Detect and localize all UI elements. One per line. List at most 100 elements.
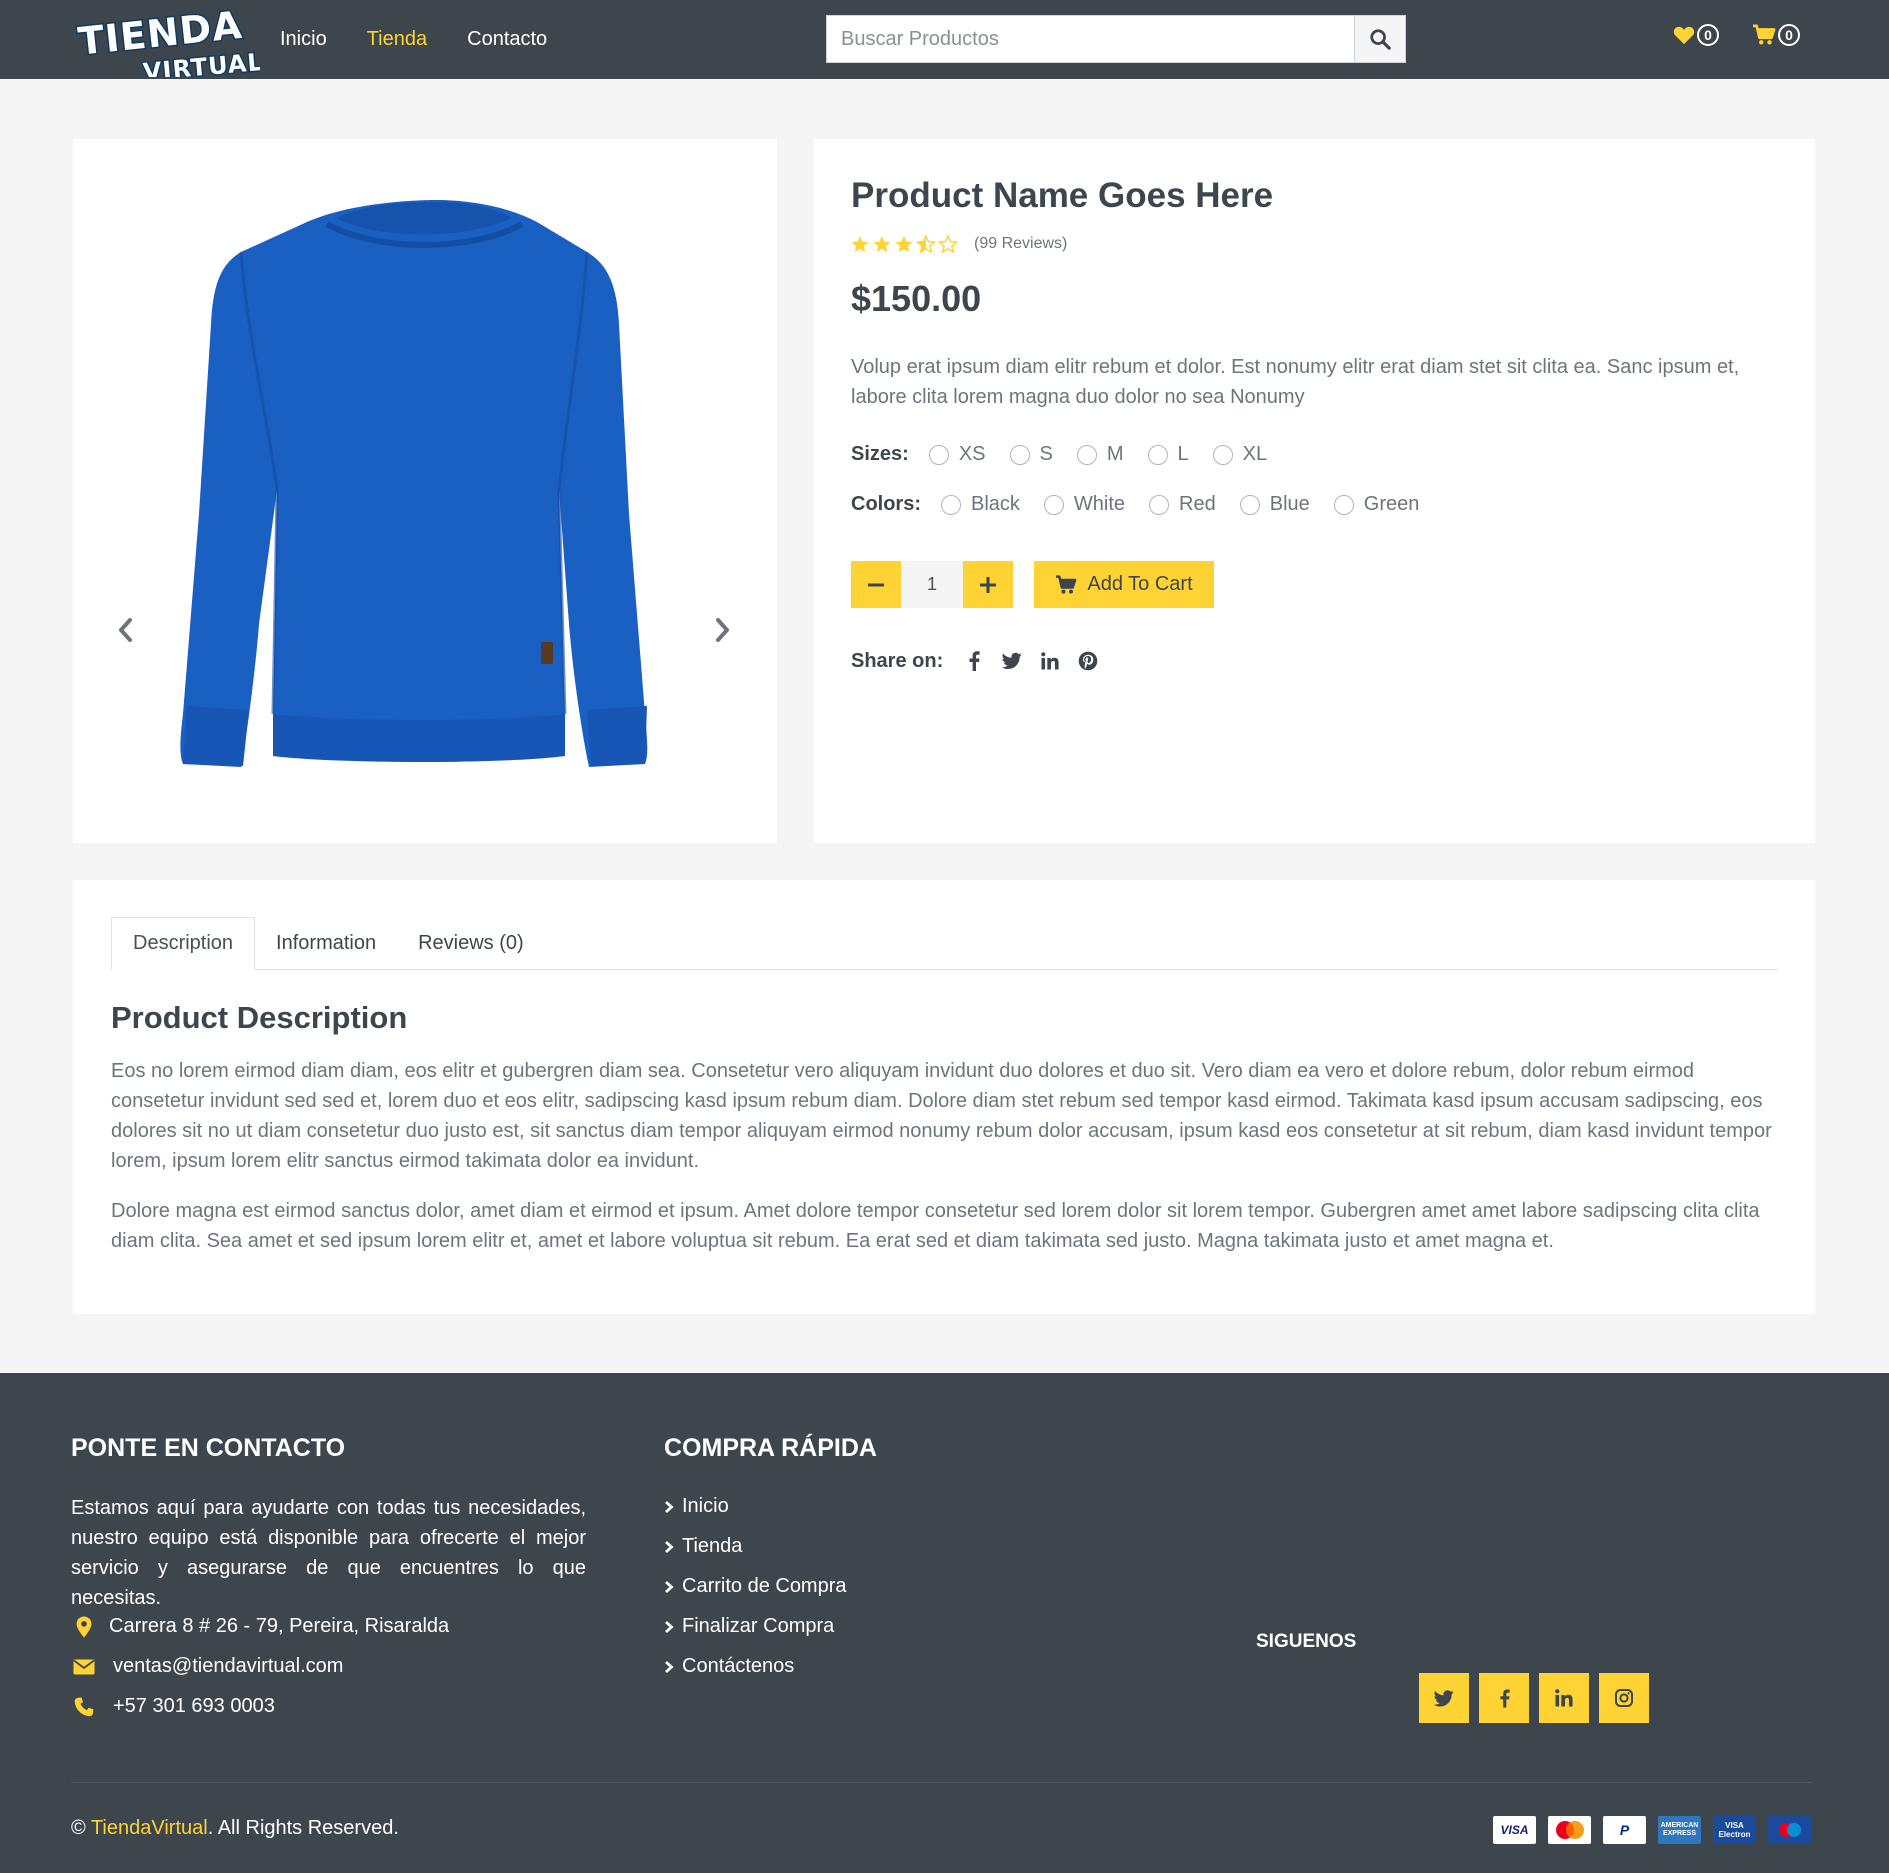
quantity-stepper: 1 [851,561,1013,608]
carousel-next-button[interactable] [711,613,735,647]
cart-icon [1753,24,1776,45]
review-count[interactable]: (99 Reviews) [974,235,1067,253]
email-text[interactable]: ventas@tiendavirtual.com [113,1655,343,1678]
footer-link-checkout[interactable]: Finalizar Compra [664,1615,834,1638]
quantity-decrease-button[interactable] [851,561,901,608]
radio-button[interactable] [928,444,949,465]
footer-link-cart[interactable]: Carrito de Compra [664,1575,847,1598]
cart-button[interactable]: 0 [1752,24,1800,46]
product-rating: (99 Reviews) [851,234,1067,254]
size-option-s[interactable]: S [1009,443,1053,466]
nav-inicio[interactable]: Inicio [280,28,327,51]
chevron-right-icon [665,1660,674,1673]
product-name: Product Name Goes Here [851,176,1274,215]
address-row: Carrera 8 # 26 - 79, Pereira, Risaralda [71,1615,449,1638]
phone-row: +57 301 693 0003 [71,1695,275,1718]
radio-button[interactable] [1147,444,1168,465]
footer-link-tienda[interactable]: Tienda [664,1535,742,1558]
twitter-icon [1002,652,1022,669]
phone-text[interactable]: +57 301 693 0003 [113,1695,275,1718]
envelope-icon [73,1659,95,1674]
share-linkedin-link[interactable] [1039,649,1061,673]
quick-buy-heading: COMPRA RÁPIDA [664,1434,877,1462]
product-price: $150.00 [851,278,982,319]
star-full-icon [851,236,869,253]
radio-button[interactable] [941,494,961,515]
option-label: Blue [1269,493,1310,515]
option-label: XL [1242,443,1268,465]
tab-information[interactable]: Information [255,917,397,970]
search-input[interactable] [826,15,1354,63]
product-short-description: Volup erat ipsum diam elitr rebum et dol… [851,356,1740,408]
tab-description[interactable]: Description [111,917,256,970]
radio-button[interactable] [1009,444,1030,465]
linkedin-icon [1041,652,1059,670]
search-icon [1370,29,1391,50]
radio-button[interactable] [1043,494,1064,515]
description-paragraph: Dolore magna est eirmod sanctus dolor, a… [111,1200,1760,1252]
minus-icon [868,583,884,586]
color-option-red[interactable]: Red [1149,493,1216,516]
email-row: ventas@tiendavirtual.com [71,1655,343,1678]
share-twitter-link[interactable] [1001,649,1023,673]
share-pinterest-link[interactable] [1077,649,1099,673]
star-half-icon [916,235,936,253]
facebook-icon [1499,1689,1510,1708]
option-label: Green [1363,493,1420,515]
copyright-symbol: © [71,1817,86,1839]
share-facebook-link[interactable] [963,649,985,673]
radio-button[interactable] [1076,444,1097,465]
wishlist-button[interactable]: 0 [1673,24,1719,46]
size-option-xs[interactable]: XS [928,443,986,466]
size-option-m[interactable]: M [1076,443,1124,466]
add-to-cart-button[interactable]: Add To Cart [1034,561,1214,608]
size-option-l[interactable]: L [1147,443,1189,466]
footer-link-label: Inicio [682,1495,729,1517]
option-label: S [1039,443,1053,465]
quantity-input[interactable]: 1 [901,561,963,608]
footer-link-contact[interactable]: Contáctenos [664,1655,794,1678]
sizes-label: Sizes: [851,443,909,465]
star-empty-icon [938,235,958,253]
chevron-right-icon [665,1620,674,1633]
color-option-white[interactable]: White [1043,493,1126,516]
option-label: White [1073,493,1126,515]
radio-button[interactable] [1239,494,1260,515]
social-instagram-button[interactable] [1599,1673,1649,1723]
footer-link-inicio[interactable]: Inicio [664,1495,729,1518]
radio-button[interactable] [1149,494,1170,515]
tab-bar: Description Information Reviews (0) [111,917,1778,970]
brand-link[interactable]: TiendaVirtual [91,1817,208,1839]
radio-button[interactable] [1333,494,1354,515]
color-option-black[interactable]: Black [941,493,1020,516]
radio-button[interactable] [1212,444,1233,465]
size-option-xl[interactable]: XL [1212,443,1268,466]
quantity-increase-button[interactable] [963,561,1013,608]
cart-icon [1056,574,1077,594]
social-facebook-button[interactable] [1479,1673,1529,1723]
carousel-prev-button[interactable] [113,613,137,647]
visa-icon: VISA [1493,1816,1536,1844]
follow-heading: SIGUENOS [1256,1631,1357,1652]
search-button[interactable] [1354,15,1406,63]
color-option-blue[interactable]: Blue [1239,493,1310,516]
contact-heading: PONTE EN CONTACTO [71,1434,346,1462]
footer-link-label: Contáctenos [682,1655,795,1677]
nav-tienda[interactable]: Tienda [367,28,427,51]
instagram-icon [1615,1689,1633,1707]
option-label: L [1177,443,1189,465]
copyright-text: © TiendaVirtual. All Rights Reserved. [71,1817,399,1840]
share-label: Share on: [851,649,944,672]
social-linkedin-button[interactable] [1539,1673,1589,1723]
tab-reviews[interactable]: Reviews (0) [397,917,545,970]
colors-label: Colors: [851,493,921,515]
social-twitter-button[interactable] [1419,1673,1469,1723]
description-paragraph: Eos no lorem eirmod diam diam, eos elitr… [111,1060,1772,1172]
star-full-icon [873,236,891,253]
footer-divider [71,1782,1812,1783]
nav-contacto[interactable]: Contacto [467,28,547,51]
linkedin-icon [1555,1689,1573,1707]
payment-methods: VISA P AMERICAN EXPRESS VISA Electron [1493,1816,1823,1844]
color-option-green[interactable]: Green [1333,493,1420,516]
site-logo[interactable]: TIENDA VIRTUAL [74,5,260,77]
